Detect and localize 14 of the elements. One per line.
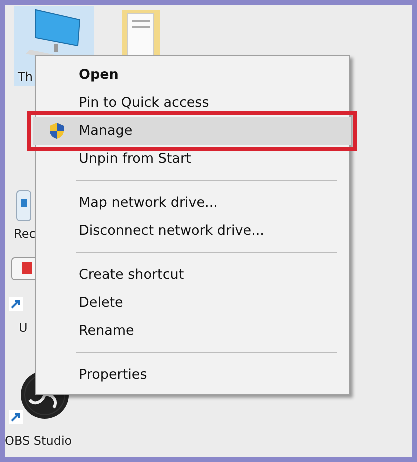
menu-item[interactable]: Pin to Quick access (36, 89, 349, 117)
icon-label: Th (18, 70, 33, 84)
menu-item[interactable]: Properties (36, 361, 349, 389)
icon-label: U (19, 321, 28, 335)
menu-item[interactable]: Rename (36, 317, 349, 345)
menu-item[interactable]: Manage (33, 117, 351, 145)
shield-icon (48, 122, 66, 140)
icon-label: OBS Studio (5, 434, 72, 448)
shortcut-arrow-icon (9, 297, 23, 311)
icon-label: Rec (14, 227, 36, 241)
menu-item[interactable]: Delete (36, 289, 349, 317)
shortcut-arrow-icon (9, 410, 23, 424)
menu-item[interactable]: Create shortcut (36, 261, 349, 289)
menu-item[interactable]: Unpin from Start (36, 145, 349, 173)
